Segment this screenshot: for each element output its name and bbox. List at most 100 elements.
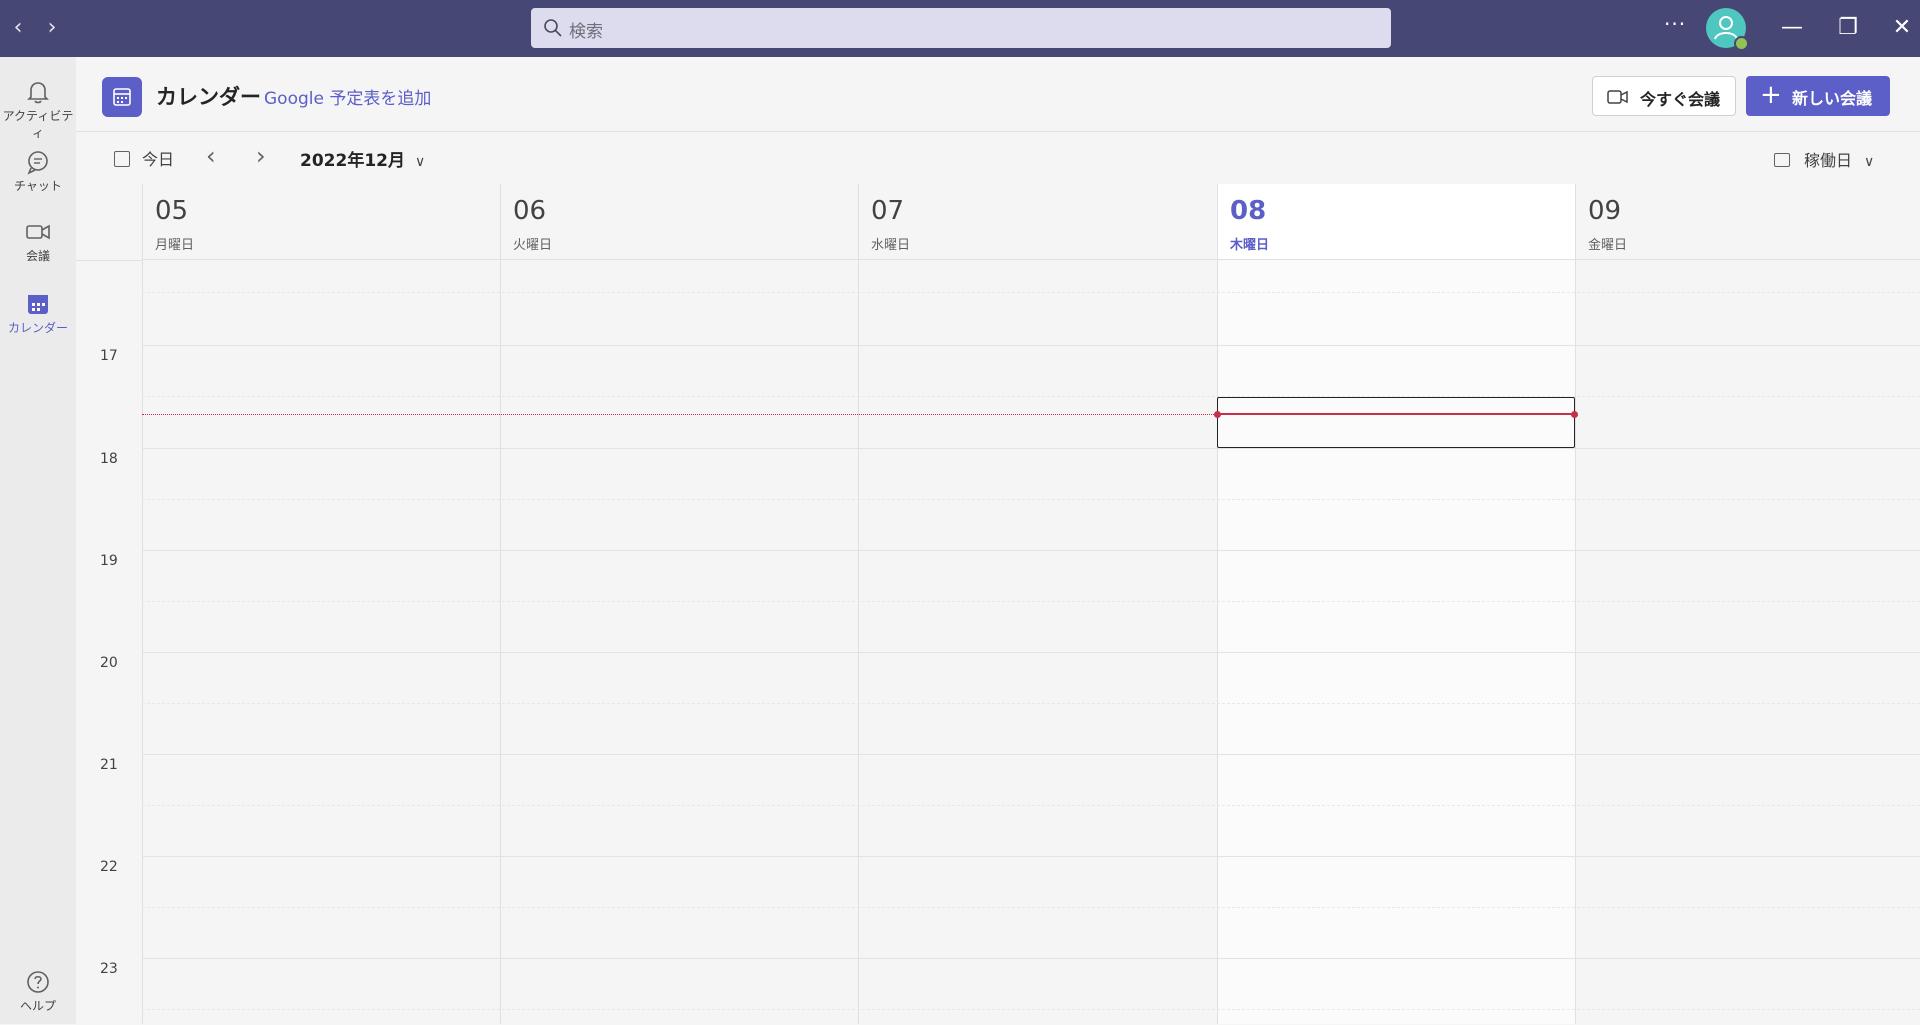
new-meeting-label: 新しい会議 <box>1792 89 1873 108</box>
selected-time-slot[interactable] <box>1217 397 1575 448</box>
time-gutter <box>76 184 142 1024</box>
column-divider <box>1575 260 1576 1024</box>
current-time-dot <box>1214 411 1221 418</box>
header-divider <box>76 260 142 261</box>
week-grid: 05 月曜日 06 火曜日 07 水曜日 08 木曜日 09 金曜日 17 18… <box>76 184 1920 1024</box>
column-divider <box>142 260 143 1024</box>
hour-label: 22 <box>100 859 118 875</box>
calendar-app-icon <box>102 77 142 117</box>
chevron-down-icon: ∨ <box>414 154 426 170</box>
half-hour-line <box>142 601 1920 602</box>
column-divider <box>858 260 859 1024</box>
app-rail: アクティビティ チャット 会議 カレンダー ヘルプ <box>0 57 76 1024</box>
page-title: カレンダー <box>156 85 261 109</box>
video-icon <box>26 224 50 240</box>
day-of-week: 木曜日 <box>1230 238 1270 253</box>
day-header[interactable]: 09 金曜日 <box>1575 184 1920 260</box>
work-week-icon <box>1774 153 1790 167</box>
column-divider <box>500 260 501 1024</box>
half-hour-line <box>142 1009 1920 1010</box>
search-placeholder: 検索 <box>569 22 603 42</box>
calendar-today-icon <box>114 151 130 167</box>
half-hour-line <box>142 396 1920 397</box>
restore-button[interactable]: ❐ <box>1832 12 1864 44</box>
hour-line <box>142 856 1920 857</box>
rail-item-label: 会議 <box>25 249 50 263</box>
day-of-week: 月曜日 <box>155 238 195 253</box>
avatar[interactable] <box>1706 8 1749 51</box>
view-switcher[interactable]: 稼働日 ∨ <box>1774 147 1874 171</box>
meet-now-label: 今すぐ会議 <box>1640 90 1721 109</box>
hour-label: 18 <box>100 451 118 467</box>
search-input[interactable]: 検索 <box>531 8 1391 48</box>
add-google-calendar-link[interactable]: Google 予定表を追加 <box>264 84 431 109</box>
current-time-line <box>1217 413 1575 415</box>
day-header[interactable]: 05 月曜日 <box>142 184 500 260</box>
bell-icon <box>27 82 49 104</box>
rail-item-label: ヘルプ <box>19 999 56 1013</box>
column-divider <box>1217 260 1218 1024</box>
presence-available-badge <box>1734 36 1749 51</box>
video-icon <box>1607 90 1628 104</box>
hour-line <box>142 448 1920 449</box>
current-time-line-dotted <box>142 414 1218 415</box>
rail-item-label: チャット <box>14 179 62 193</box>
rail-item-chat[interactable]: チャット <box>0 137 76 205</box>
half-hour-line <box>142 907 1920 908</box>
rail-item-label: アクティビティ <box>2 109 74 140</box>
day-of-week: 水曜日 <box>871 238 911 253</box>
plus-icon: + <box>1760 80 1782 110</box>
rail-item-calendar[interactable]: カレンダー <box>0 279 76 347</box>
chat-icon <box>27 151 48 175</box>
current-time-dot <box>1571 411 1578 418</box>
calendar-icon <box>28 295 48 314</box>
day-number: 06 <box>513 196 547 226</box>
day-of-week: 金曜日 <box>1588 238 1628 253</box>
rail-item-help[interactable]: ヘルプ <box>0 957 76 1025</box>
new-meeting-button[interactable]: + 新しい会議 <box>1746 76 1890 116</box>
more-options-button[interactable]: ··· <box>1664 12 1686 36</box>
half-hour-line <box>142 805 1920 806</box>
day-number: 09 <box>1588 196 1622 226</box>
day-header[interactable]: 06 火曜日 <box>500 184 858 260</box>
forward-icon[interactable]: › <box>40 14 64 42</box>
calendar-toolbar: 今日 ‹ › 2022年12月 ∨ 稼働日 ∨ <box>76 132 1920 184</box>
day-of-week: 火曜日 <box>513 238 553 253</box>
close-button[interactable]: ✕ <box>1886 12 1918 44</box>
hour-line <box>142 958 1920 959</box>
rail-item-meetings[interactable]: 会議 <box>0 207 76 275</box>
hour-line <box>142 345 1920 346</box>
day-number: 08 <box>1230 196 1267 226</box>
hour-label: 21 <box>100 757 118 773</box>
day-number: 05 <box>155 196 189 226</box>
hour-label: 19 <box>100 553 118 569</box>
view-label: 稼働日 <box>1804 151 1853 170</box>
meet-now-button[interactable]: 今すぐ会議 <box>1592 76 1736 116</box>
hour-label: 20 <box>100 655 118 671</box>
help-icon <box>27 971 49 993</box>
back-icon[interactable]: ‹ <box>6 14 30 42</box>
half-hour-line <box>142 292 1920 293</box>
rail-item-activity[interactable]: アクティビティ <box>0 67 76 140</box>
day-number: 07 <box>871 196 905 226</box>
half-hour-line <box>142 703 1920 704</box>
month-label: 2022年12月 <box>300 151 405 171</box>
minimize-button[interactable]: — <box>1776 12 1808 44</box>
calendar-header: カレンダー Google 予定表を追加 今すぐ会議 + 新しい会議 <box>76 57 1920 132</box>
today-column <box>1217 260 1575 1024</box>
day-header[interactable]: 07 水曜日 <box>858 184 1217 260</box>
chevron-down-icon: ∨ <box>1864 154 1875 170</box>
hour-line <box>142 652 1920 653</box>
month-picker[interactable]: 2022年12月 ∨ <box>300 146 425 171</box>
half-hour-line <box>142 499 1920 500</box>
today-button[interactable]: 今日 <box>114 146 174 170</box>
day-header-today[interactable]: 08 木曜日 <box>1217 184 1575 260</box>
hour-label: 17 <box>100 348 118 364</box>
previous-week-button[interactable]: ‹ <box>206 142 216 170</box>
rail-item-label: カレンダー <box>7 321 68 335</box>
hour-line <box>142 550 1920 551</box>
hour-label: 23 <box>100 961 118 977</box>
hour-line <box>142 754 1920 755</box>
next-week-button[interactable]: › <box>256 142 266 170</box>
title-bar: ‹ › 検索 ··· — ❐ ✕ <box>0 0 1920 57</box>
